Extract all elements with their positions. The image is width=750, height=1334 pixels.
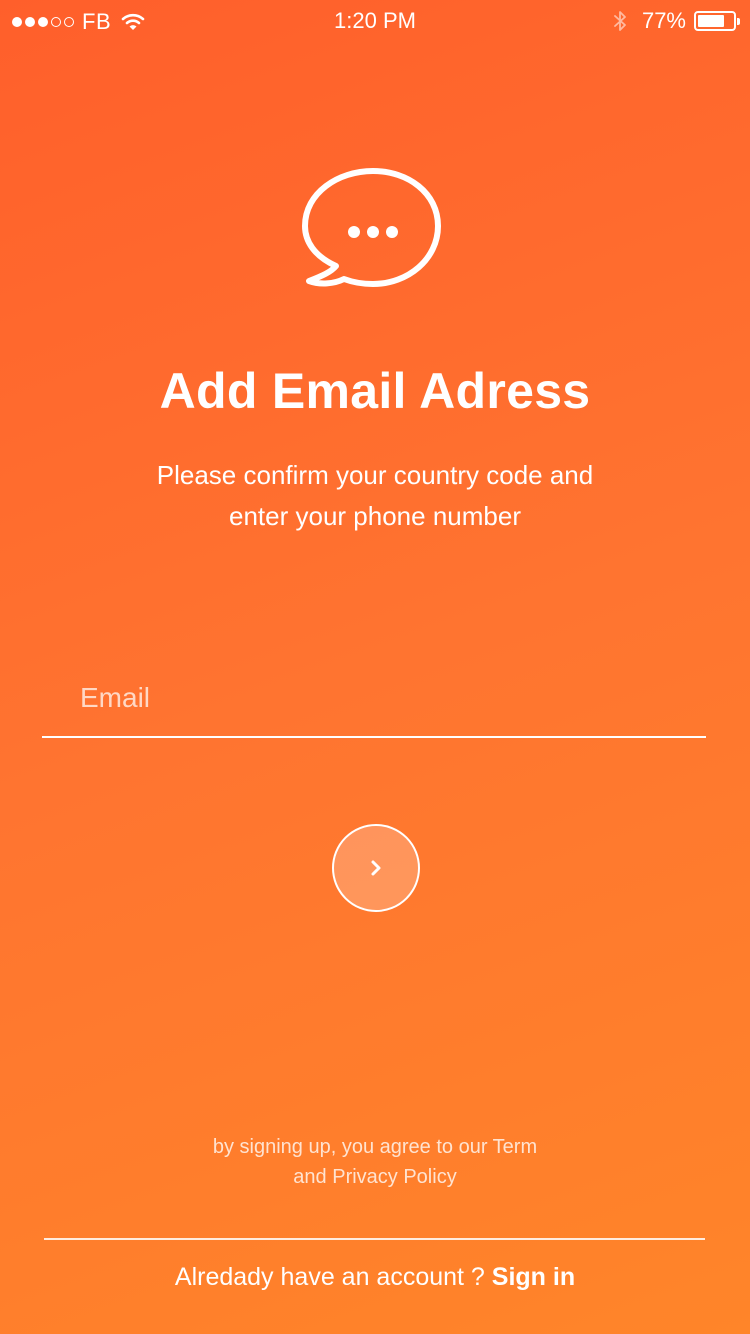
signin-link[interactable]: Sign in xyxy=(492,1263,575,1291)
subtitle-line: enter your phone number xyxy=(229,501,521,531)
bluetooth-icon xyxy=(612,9,628,33)
terms-line: and Privacy Policy xyxy=(293,1166,457,1188)
footer-divider xyxy=(44,1238,705,1240)
chat-bubble-icon xyxy=(302,168,441,287)
chevron-right-icon xyxy=(371,860,381,876)
app-screen: FB 1:20 PM 77% Add Email Adress Please c… xyxy=(0,0,750,1334)
battery-percent: 77% xyxy=(641,8,686,33)
terms-text: by signing up, you agree to our Term and… xyxy=(125,1132,625,1192)
next-button[interactable] xyxy=(332,824,420,912)
signin-prompt: Alredady have an account ? xyxy=(174,1263,492,1291)
battery-cap xyxy=(737,18,740,25)
page-subtitle: Please confirm your country code and ent… xyxy=(125,455,625,537)
terms-line: by signing up, you agree to our Term xyxy=(212,1136,538,1158)
email-field[interactable] xyxy=(42,660,706,738)
battery-icon xyxy=(694,11,740,31)
status-right: 77% xyxy=(612,8,740,34)
subtitle-line: Please confirm your country code and xyxy=(156,460,594,490)
status-bar: FB 1:20 PM 77% xyxy=(0,0,750,40)
battery-fill xyxy=(698,15,724,27)
signin-row: Alredady have an account ? Sign in xyxy=(0,1263,750,1292)
page-title: Add Email Adress xyxy=(159,363,591,419)
